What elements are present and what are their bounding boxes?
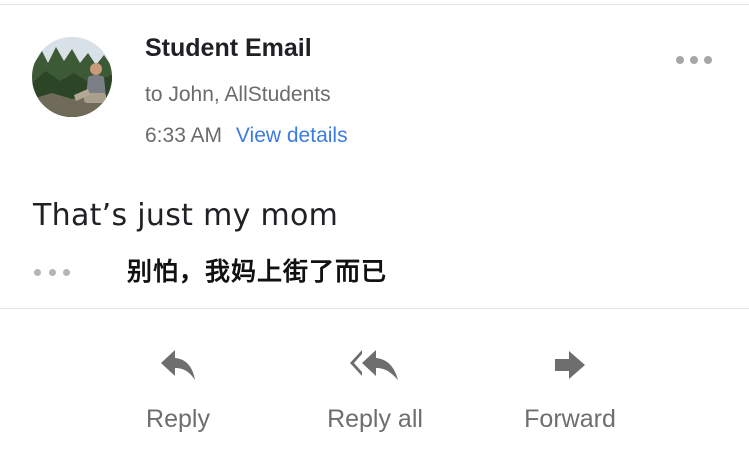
forward-icon bbox=[490, 345, 650, 385]
toggle-dot bbox=[34, 268, 41, 276]
sender-name: Student Email bbox=[145, 34, 312, 62]
reply-all-icon bbox=[295, 345, 455, 385]
actions-divider bbox=[0, 308, 749, 309]
message-time: 6:33 AM bbox=[145, 124, 223, 147]
menu-dot bbox=[676, 56, 684, 64]
view-details-link[interactable]: View details bbox=[236, 124, 348, 147]
message-body: That’s just my mom bbox=[33, 198, 339, 233]
reply-button[interactable]: Reply bbox=[98, 345, 258, 445]
sender-avatar[interactable] bbox=[32, 37, 112, 117]
reply-all-label: Reply all bbox=[327, 405, 423, 433]
top-divider bbox=[0, 4, 749, 5]
menu-dot bbox=[690, 56, 698, 64]
more-horizontal-icon[interactable] bbox=[676, 52, 712, 68]
expand-quoted-icon[interactable] bbox=[34, 266, 70, 278]
menu-dot bbox=[704, 56, 712, 64]
recipients-line: to John, AllStudents bbox=[145, 83, 331, 106]
chinese-subtitle: 别怕，我妈上街了而已 bbox=[127, 257, 388, 286]
avatar-photo bbox=[32, 37, 112, 117]
forward-label: Forward bbox=[524, 405, 616, 433]
forward-button[interactable]: Forward bbox=[490, 345, 650, 445]
reply-icon bbox=[98, 345, 258, 385]
reply-label: Reply bbox=[146, 405, 210, 433]
reply-all-button[interactable]: Reply all bbox=[295, 345, 455, 445]
toggle-dot bbox=[48, 268, 56, 276]
message-meta: 6:33 AM View details bbox=[145, 124, 348, 148]
toggle-dot bbox=[63, 268, 70, 276]
